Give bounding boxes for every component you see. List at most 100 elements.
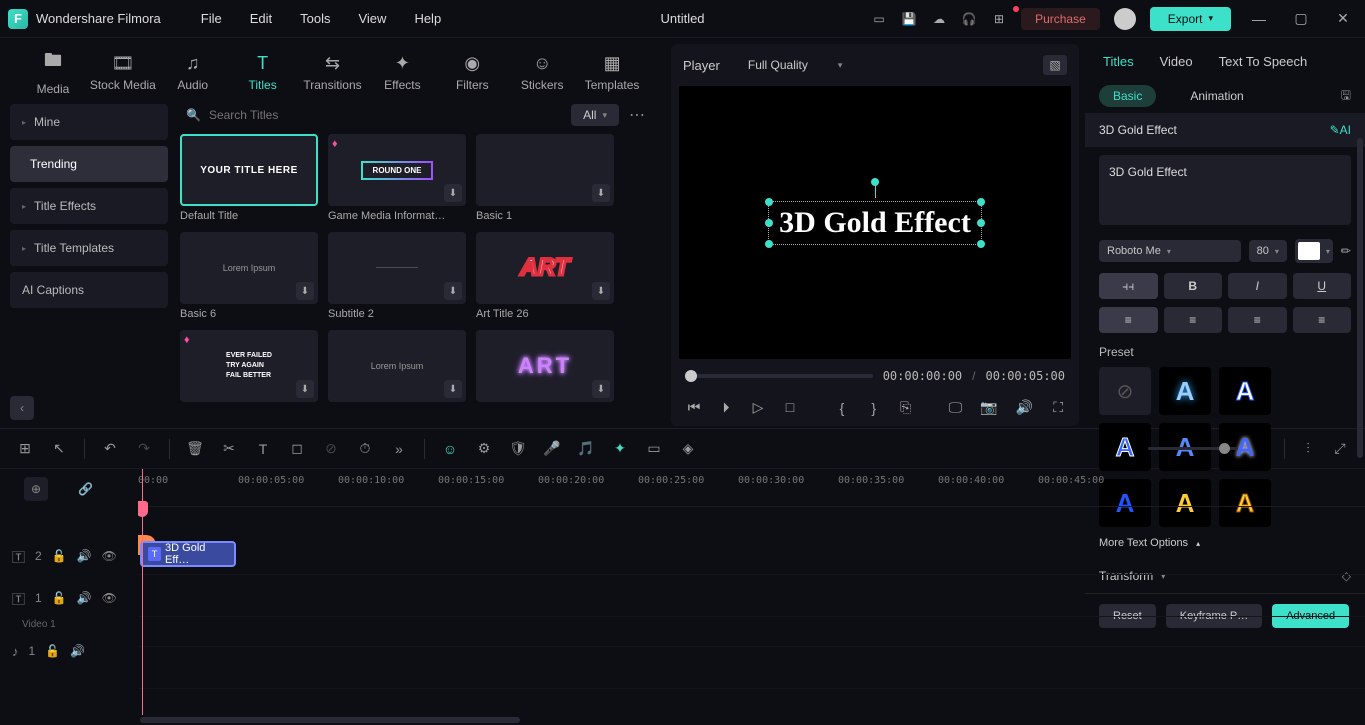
redo-icon[interactable]: ↷	[135, 440, 153, 457]
eyedropper-icon[interactable]: ✎	[1337, 242, 1354, 259]
align-left-button[interactable]: ≡	[1099, 307, 1158, 333]
tab-audio[interactable]: ♫Audio	[158, 44, 228, 100]
scrub-bar[interactable]	[685, 374, 873, 378]
preview-canvas[interactable]: 3D Gold Effect	[679, 86, 1071, 359]
play-button[interactable]: ▷	[749, 399, 767, 416]
mute-icon[interactable]: 🔊	[77, 591, 92, 605]
export-button[interactable]: Export	[1150, 7, 1231, 31]
menu-tools[interactable]: Tools	[300, 11, 330, 26]
split-icon[interactable]: ✂	[220, 440, 238, 457]
sidebar-item-title-templates[interactable]: ▸Title Templates	[10, 230, 168, 266]
keyframe-tool-icon[interactable]: ◈	[679, 440, 697, 457]
pointer-icon[interactable]: ↖	[50, 440, 68, 457]
visibility-icon[interactable]: 👁	[102, 591, 117, 605]
marker-icon[interactable]: 🛡	[509, 440, 527, 457]
stop-button[interactable]: □	[781, 399, 799, 416]
align-center-button[interactable]: ≡	[1164, 307, 1223, 333]
tab-effects[interactable]: ✦Effects	[367, 44, 437, 100]
ai-portrait-icon[interactable]: ☺	[441, 441, 459, 457]
font-size-dropdown[interactable]: 80	[1249, 240, 1287, 262]
mute-icon[interactable]: 🔊	[77, 549, 92, 563]
track-lane[interactable]	[138, 575, 1365, 617]
scrub-head[interactable]	[685, 370, 697, 382]
speed-icon[interactable]: ⏱	[356, 440, 374, 457]
filter-dropdown[interactable]: All	[571, 104, 619, 126]
download-icon[interactable]: ⬇	[592, 282, 610, 300]
camera-icon[interactable]: 📷	[980, 399, 997, 416]
preset-item[interactable]: A	[1219, 367, 1271, 415]
display-icon[interactable]: 🖵	[948, 399, 962, 416]
font-color-picker[interactable]	[1295, 239, 1333, 263]
visibility-icon[interactable]: 👁	[102, 549, 117, 563]
track-lane[interactable]	[138, 617, 1365, 647]
effects-tool-icon[interactable]: ⚙	[475, 440, 493, 457]
quality-dropdown[interactable]: Full Quality	[738, 54, 853, 76]
menu-view[interactable]: View	[358, 11, 386, 26]
inspector-tab-video[interactable]: Video	[1160, 54, 1193, 69]
title-thumbnail[interactable]: ROUND ONE♦⬇	[328, 134, 466, 206]
menu-edit[interactable]: Edit	[250, 11, 272, 26]
user-avatar[interactable]	[1114, 8, 1136, 30]
menu-file[interactable]: File	[201, 11, 222, 26]
track-lane[interactable]	[138, 647, 1365, 689]
tab-titles[interactable]: TTitles	[228, 44, 298, 100]
inspector-scrollbar[interactable]	[1357, 138, 1363, 458]
more-tools-icon[interactable]: »	[390, 441, 408, 457]
sidebar-item-mine[interactable]: ▸Mine	[10, 104, 168, 140]
title-thumbnail[interactable]: YOUR TITLE HERE	[180, 134, 318, 206]
font-family-dropdown[interactable]: Roboto Me	[1099, 240, 1241, 262]
resize-handle[interactable]	[765, 219, 773, 227]
zoom-slider[interactable]	[1148, 447, 1238, 450]
tab-filters[interactable]: ◉Filters	[437, 44, 507, 100]
snapshot-icon[interactable]: ▧	[1043, 55, 1067, 75]
layout-icon[interactable]: ▭	[871, 11, 887, 27]
align-justify-button[interactable]: ≡	[1293, 307, 1352, 333]
clip-options-icon[interactable]: ⎘	[899, 399, 913, 416]
prev-frame-button[interactable]: ⏮	[685, 399, 703, 416]
resize-handle[interactable]	[765, 198, 773, 206]
subtab-basic[interactable]: Basic	[1099, 85, 1156, 107]
apps-icon[interactable]: ⊞	[991, 11, 1007, 27]
timeline-ruler[interactable]: 00:0000:00:05:0000:00:10:0000:00:15:0000…	[138, 469, 1365, 507]
window-maximize[interactable]: ▢	[1287, 10, 1315, 27]
timeline-clip[interactable]: T 3D Gold Eff…	[140, 541, 236, 567]
tab-stock-media[interactable]: 🎞Stock Media	[88, 44, 158, 100]
audio-tool-icon[interactable]: 🎵	[577, 440, 595, 457]
title-thumbnail[interactable]: ———————⬇	[328, 232, 466, 304]
mark-out-button[interactable]: }	[867, 400, 881, 416]
sidebar-item-title-effects[interactable]: ▸Title Effects	[10, 188, 168, 224]
search-input[interactable]	[209, 108, 561, 122]
timeline-scrollbar[interactable]	[0, 715, 1365, 725]
download-icon[interactable]: ⬇	[444, 282, 462, 300]
title-thumbnail[interactable]: ⬇	[476, 134, 614, 206]
resize-handle[interactable]	[977, 219, 985, 227]
tab-media[interactable]: 🖿Media	[18, 44, 88, 100]
timeline-tracks[interactable]: 00:0000:00:05:0000:00:10:0000:00:15:0000…	[138, 469, 1365, 715]
volume-icon[interactable]: 🔊	[1016, 399, 1033, 416]
tab-stickers[interactable]: ☺Stickers	[507, 44, 577, 100]
undo-icon[interactable]: ↶	[101, 440, 119, 457]
align-right-button[interactable]: ≡	[1228, 307, 1287, 333]
lock-icon[interactable]: 🔓	[52, 549, 67, 563]
more-options-icon[interactable]: ⋯	[629, 105, 645, 125]
add-track-button[interactable]: ⊕	[24, 477, 48, 501]
title-thumbnail[interactable]: EVER FAILEDTRY AGAINFAIL BETTER♦⬇	[180, 330, 318, 402]
spacing-button[interactable]: ⫞⫞	[1099, 273, 1158, 299]
menu-help[interactable]: Help	[414, 11, 441, 26]
title-thumbnail[interactable]: ART⬇	[476, 232, 614, 304]
resize-handle[interactable]	[977, 240, 985, 248]
tl-options-icon[interactable]: ⊞	[16, 440, 34, 457]
sidebar-item-ai-captions[interactable]: AI Captions	[10, 272, 168, 308]
download-icon[interactable]: ⬇	[592, 380, 610, 398]
italic-button[interactable]: I	[1228, 273, 1287, 299]
save-icon[interactable]: 💾	[901, 11, 917, 27]
download-icon[interactable]: ⬇	[592, 184, 610, 202]
support-icon[interactable]: 🎧	[961, 11, 977, 27]
text-object-selection[interactable]: 3D Gold Effect	[768, 201, 982, 245]
download-icon[interactable]: ⬇	[296, 380, 314, 398]
save-preset-icon[interactable]: 🖫	[1341, 86, 1351, 107]
ai-edit-icon[interactable]: ✎AI	[1330, 123, 1351, 137]
resize-handle[interactable]	[765, 240, 773, 248]
inspector-tab-tts[interactable]: Text To Speech	[1219, 54, 1308, 69]
lock-icon[interactable]: 🔓	[52, 591, 67, 605]
